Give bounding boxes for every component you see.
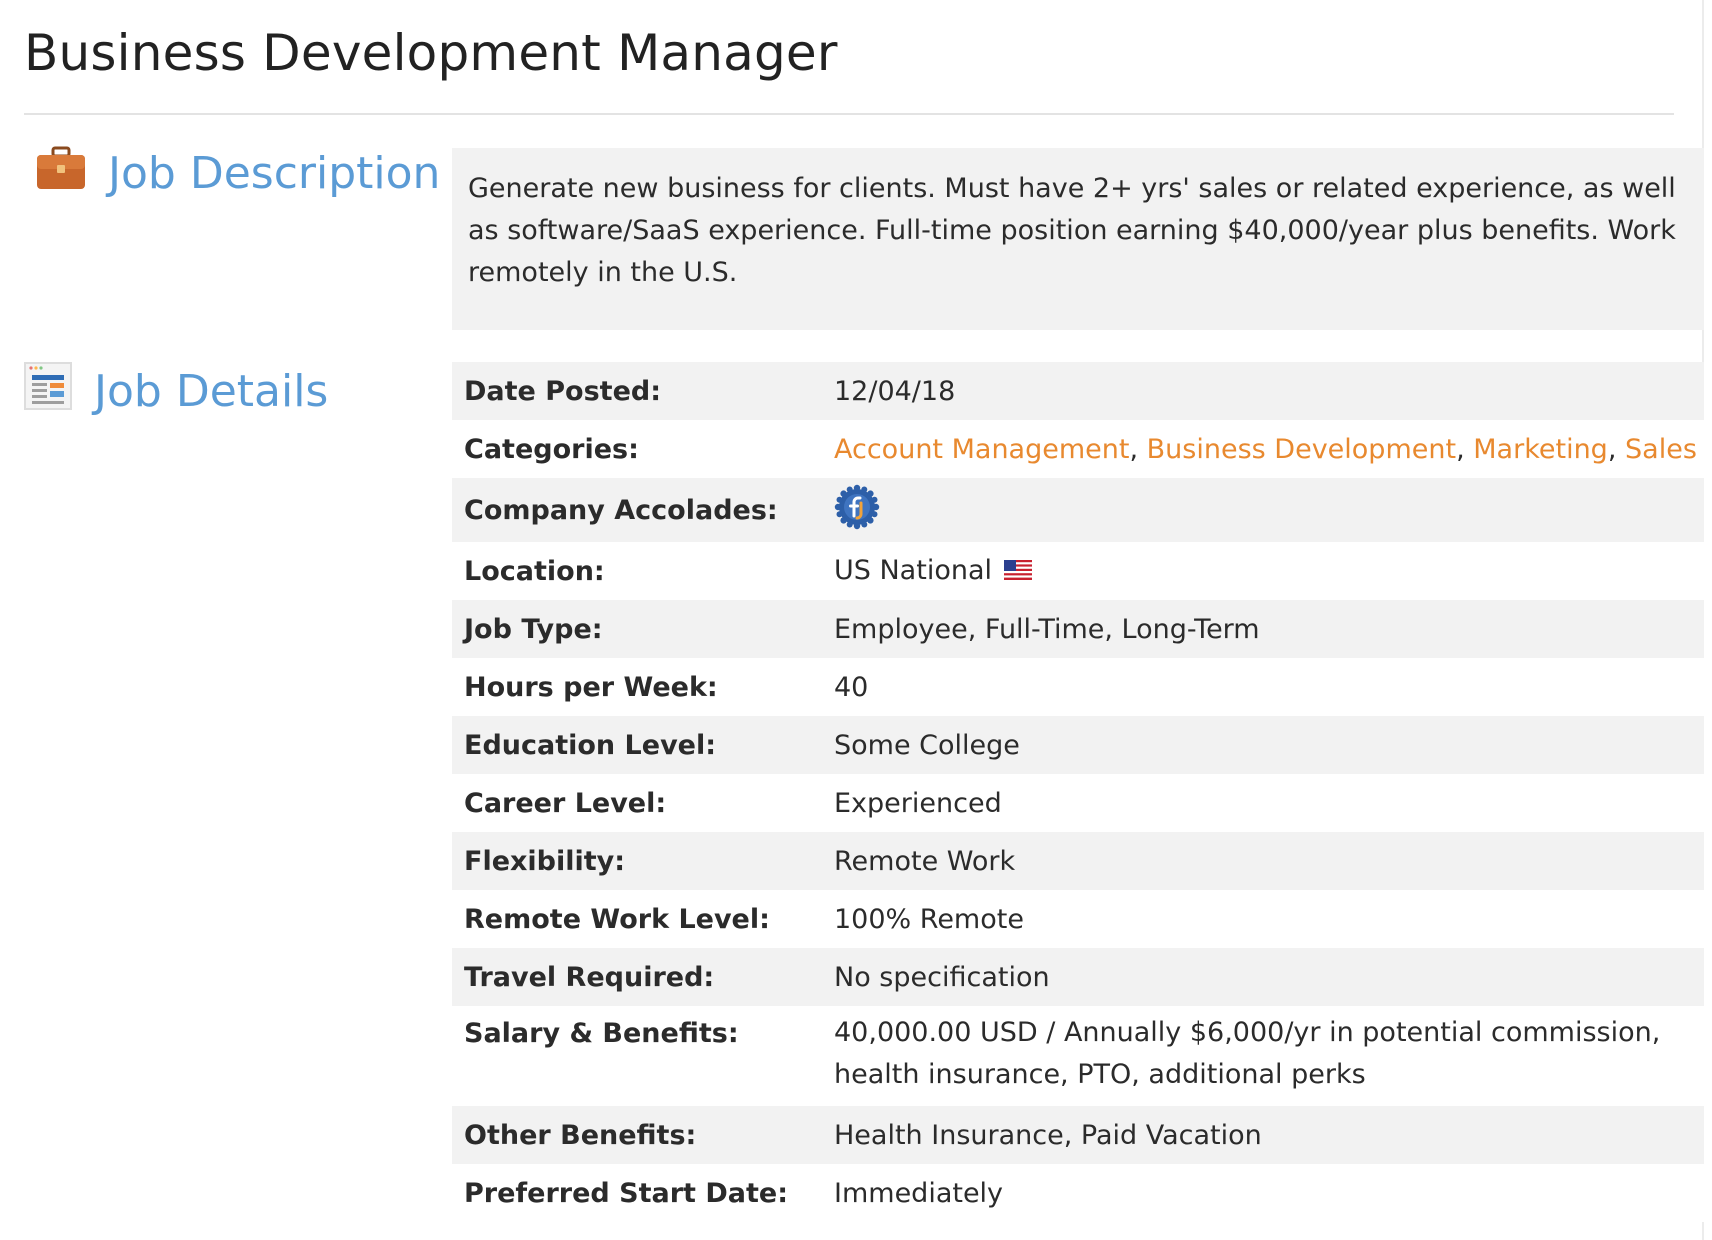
job-details-table: Date Posted: 12/04/18 Categories: Accoun… [452,362,1704,1222]
categories-value: Account Management, Business Development… [824,420,1704,478]
remote-level-label: Remote Work Level: [464,903,770,935]
job-details-heading: Job Details [24,362,328,421]
accolades-label: Company Accolades: [464,494,778,526]
accolades-value [824,478,1704,542]
table-row: Education Level: Some College [452,716,1704,774]
flexibility-value: Remote Work [834,845,1016,877]
fj-badge-icon[interactable] [834,484,880,537]
table-row: Categories: Account Management, Business… [452,420,1704,478]
job-description-heading: Job Description [36,146,440,201]
table-row: Hours per Week: 40 [452,658,1704,716]
hours-value: 40 [834,671,869,703]
other-benefits-value: Health Insurance, Paid Vacation [834,1119,1262,1151]
table-row: Location: US National [452,542,1704,600]
document-list-icon [24,362,72,421]
table-row: Salary & Benefits: 40,000.00 USD / Annua… [452,1006,1704,1106]
category-link-marketing[interactable]: Marketing [1473,434,1608,465]
remote-level-value: 100% Remote [834,903,1024,935]
location-text: US National [834,555,992,586]
salary-value: 40,000.00 USD / Annually $6,000/yr in po… [834,1017,1661,1090]
category-separator: , [1129,433,1139,465]
job-type-value: Employee, Full-Time, Long-Term [834,613,1260,645]
page-title: Business Development Manager [24,24,838,82]
location-label: Location: [464,555,605,587]
category-separator: , [1456,433,1465,465]
briefcase-icon [36,146,86,201]
education-value: Some College [834,729,1020,761]
table-row: Job Type: Employee, Full-Time, Long-Term [452,600,1704,658]
job-description-heading-label: Job Description [108,148,441,199]
date-posted-value: 12/04/18 [834,375,956,407]
job-type-label: Job Type: [464,613,603,645]
table-row: Company Accolades: [452,478,1704,542]
career-label: Career Level: [464,787,667,819]
salary-label: Salary & Benefits: [464,1018,739,1049]
us-flag-icon [1004,556,1032,587]
category-link-sales[interactable]: Sales [1625,434,1697,465]
category-link-account-management[interactable]: Account Management [834,434,1129,465]
table-row: Travel Required: No specification [452,948,1704,1006]
title-divider [24,113,1674,115]
category-separator: , [1607,433,1617,465]
table-row: Other Benefits: Health Insurance, Paid V… [452,1106,1704,1164]
travel-value: No specification [834,961,1050,993]
other-benefits-label: Other Benefits: [464,1119,697,1151]
table-row: Flexibility: Remote Work [452,832,1704,890]
job-details-heading-label: Job Details [94,366,329,417]
education-label: Education Level: [464,729,717,761]
category-link-business-development[interactable]: Business Development [1147,434,1456,465]
date-posted-label: Date Posted: [464,375,662,407]
categories-label: Categories: [464,433,639,465]
table-row: Career Level: Experienced [452,774,1704,832]
table-row: Preferred Start Date: Immediately [452,1164,1704,1222]
career-value: Experienced [834,787,1002,819]
job-description-text: Generate new business for clients. Must … [452,148,1704,330]
hours-label: Hours per Week: [464,671,718,703]
start-date-value: Immediately [834,1177,1004,1209]
travel-label: Travel Required: [464,961,715,993]
start-date-label: Preferred Start Date: [464,1177,788,1209]
location-value: US National [824,542,1704,600]
flexibility-label: Flexibility: [464,845,626,877]
table-row: Date Posted: 12/04/18 [452,362,1704,420]
table-row: Remote Work Level: 100% Remote [452,890,1704,948]
